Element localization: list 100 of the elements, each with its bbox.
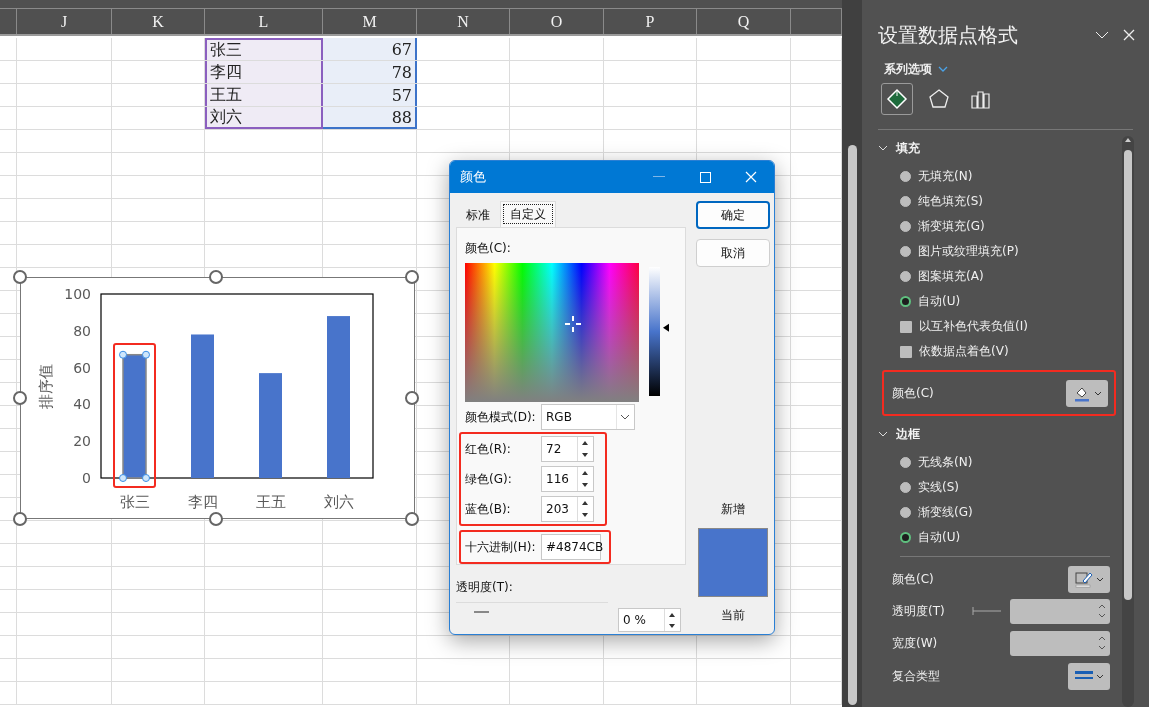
radio-button[interactable] — [900, 221, 911, 232]
resize-handle[interactable] — [13, 270, 27, 284]
spin-field[interactable]: 116 — [541, 466, 594, 492]
checkbox[interactable] — [900, 320, 912, 333]
selection-handle[interactable] — [119, 350, 127, 359]
table-cell[interactable]: 57 — [323, 84, 417, 106]
option-label: 渐变填充(G) — [918, 218, 985, 235]
close-icon[interactable] — [1123, 29, 1135, 41]
pane-title: 设置数据点格式 — [878, 21, 1019, 49]
scrollbar[interactable] — [1122, 136, 1134, 707]
column-header[interactable]: Q — [697, 9, 791, 34]
chart-area[interactable]: 0 20 40 60 80 100 排序值 张三 李四 王五 刘六 — [20, 277, 415, 519]
spin-arrows-icon[interactable] — [1098, 634, 1106, 652]
tab[interactable]: 自定义 — [500, 201, 556, 227]
table-cell[interactable]: 王五 — [205, 84, 323, 106]
section-header[interactable]: 填充 — [878, 132, 1116, 164]
table-cell[interactable]: 李四 — [205, 61, 323, 83]
scroll-up-icon[interactable] — [1124, 136, 1132, 144]
selection-handle[interactable] — [119, 474, 127, 482]
spin-field[interactable] — [1010, 630, 1110, 656]
close-icon — [745, 171, 757, 183]
preview-label: 新增 — [721, 501, 745, 518]
column-header[interactable]: P — [604, 9, 697, 34]
property-label: 透明度(T) — [892, 602, 946, 620]
caret-icon — [1095, 576, 1104, 582]
radio-button[interactable] — [900, 457, 911, 468]
mode-dropdown[interactable]: RGB — [541, 404, 635, 430]
hex-field[interactable]: #4874CB — [541, 534, 601, 560]
radio-button[interactable] — [900, 246, 911, 257]
spin-field[interactable] — [1010, 598, 1110, 624]
radio-button[interactable] — [900, 296, 911, 307]
category-tab[interactable] — [881, 83, 913, 115]
column-header[interactable]: L — [205, 9, 323, 34]
field-label: 透明度(T): — [456, 579, 514, 596]
radio-button[interactable] — [900, 532, 911, 543]
option-label: 无线条(N) — [918, 454, 973, 471]
column-header[interactable]: M — [323, 9, 417, 34]
chevron-down-icon[interactable] — [938, 66, 948, 72]
column-header[interactable]: O — [510, 9, 604, 34]
option-label: 渐变线(G) — [918, 504, 973, 521]
table-cell[interactable]: 刘六 — [205, 107, 323, 129]
section-header[interactable]: 边框 — [878, 418, 1116, 450]
column-header[interactable]: K — [112, 9, 205, 34]
dialog-button[interactable]: 确定 — [696, 201, 770, 229]
table-cell[interactable]: 张三 — [205, 38, 323, 60]
minimize-icon — [653, 176, 665, 178]
resize-handle[interactable] — [405, 270, 419, 284]
property-label: 宽度(W) — [892, 634, 939, 652]
selection-handle[interactable] — [142, 350, 150, 359]
y-tick-label: 40 — [73, 396, 91, 413]
preview-label: 当前 — [721, 607, 745, 624]
slider-arrow-icon[interactable] — [663, 323, 669, 332]
resize-handle[interactable] — [13, 512, 27, 526]
radio-button[interactable] — [900, 507, 911, 518]
y-axis-title: 排序值 — [37, 363, 55, 409]
resize-handle[interactable] — [209, 512, 223, 526]
option-label: 以互补色代表负值(I) — [919, 318, 1028, 335]
x-axis-label: 张三 — [120, 493, 150, 511]
column-header[interactable]: N — [417, 9, 510, 34]
line-color-button[interactable] — [1068, 565, 1110, 593]
pen-icon — [1074, 570, 1093, 588]
dialog-button[interactable]: 取消 — [696, 239, 770, 267]
slider-icon[interactable] — [972, 606, 1002, 616]
maximize-icon — [699, 171, 711, 183]
spin-field[interactable]: 72 — [541, 436, 594, 462]
checkbox[interactable] — [900, 345, 912, 358]
y-tick-label: 60 — [73, 359, 91, 376]
y-tick-label: 80 — [73, 322, 91, 339]
selection-handle[interactable] — [142, 474, 150, 482]
spin-arrows-icon[interactable] — [1098, 602, 1106, 620]
field-label: 蓝色(B): — [465, 500, 512, 518]
resize-handle[interactable] — [405, 512, 419, 526]
spin-field[interactable]: 203 — [541, 496, 594, 522]
caret-icon — [1093, 390, 1102, 396]
radio-button[interactable] — [900, 482, 911, 493]
caret-icon — [1095, 673, 1104, 679]
resize-handle[interactable] — [209, 270, 223, 284]
resize-handle[interactable] — [405, 391, 419, 405]
resize-handle[interactable] — [13, 391, 27, 405]
line-type-button[interactable] — [1068, 662, 1110, 690]
field-label: 颜色模式(D): — [465, 408, 537, 426]
options-dropdown[interactable]: 系列选项 — [884, 60, 932, 78]
table-cell[interactable]: 78 — [323, 61, 417, 83]
spin-field[interactable]: 0 % — [618, 608, 681, 632]
fill-color-button[interactable] — [1066, 379, 1108, 407]
table-cell[interactable]: 67 — [323, 38, 417, 60]
radio-button[interactable] — [900, 271, 911, 282]
table-cell[interactable]: 88 — [323, 107, 417, 129]
field-label: 绿色(G): — [465, 470, 513, 488]
column-header[interactable]: J — [17, 9, 112, 34]
radio-button[interactable] — [900, 196, 911, 207]
option-label: 自动(U) — [918, 293, 961, 310]
radio-button[interactable] — [900, 171, 911, 182]
bar[interactable] — [122, 353, 147, 479]
scrollbar[interactable] — [847, 145, 857, 705]
option-label: 无填充(N) — [918, 168, 973, 185]
chevron-down-icon — [878, 431, 888, 437]
option-label: 纯色填充(S) — [918, 193, 983, 210]
y-tick-label: 100 — [64, 286, 91, 302]
property-label: 颜色(C) — [892, 384, 935, 402]
